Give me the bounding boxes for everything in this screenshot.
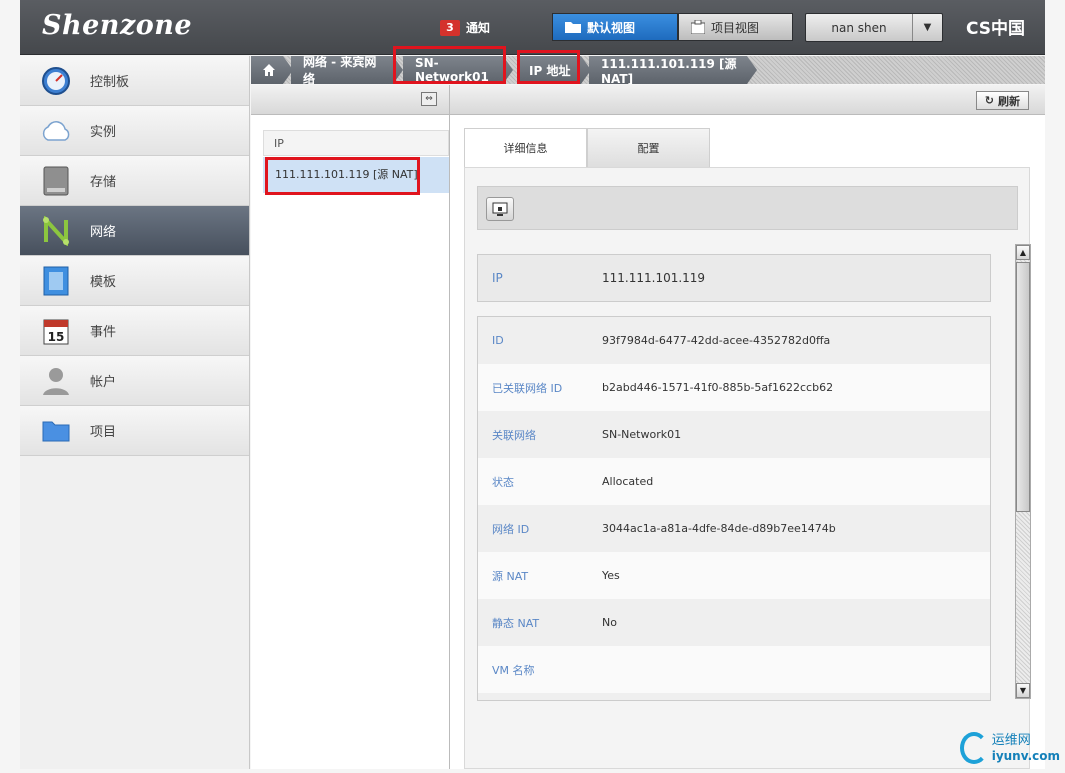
list-column-header: IP: [263, 130, 449, 156]
default-view-button[interactable]: 默认视图: [552, 13, 678, 41]
highlight-box: [517, 50, 580, 84]
table-row: ID 93f7984d-6477-42dd-acee-4352782d0ffa: [478, 317, 990, 364]
tab-details[interactable]: 详细信息: [464, 128, 587, 168]
breadcrumb-current: 111.111.101.119 [源 NAT]: [589, 56, 757, 84]
ip-summary: IP 111.111.101.119: [477, 254, 991, 302]
table-row: 状态 Allocated: [478, 458, 990, 505]
sidebar-item-label: 网络: [90, 225, 117, 240]
storage-icon: [40, 165, 72, 197]
highlight-box: [393, 46, 506, 84]
default-view-label: 默认视图: [587, 20, 636, 35]
user-name: nan shen: [831, 20, 887, 35]
sidebar-item-label: 控制板: [90, 75, 130, 90]
detail-toolbar: ↻ 刷新: [450, 85, 1045, 115]
table-row: [478, 693, 990, 700]
refresh-button[interactable]: ↻ 刷新: [975, 91, 1029, 110]
template-icon: [40, 265, 72, 297]
tab-configuration[interactable]: 配置: [587, 128, 710, 168]
refresh-icon: ↻: [984, 94, 994, 107]
collapse-icon[interactable]: ⇔: [421, 92, 437, 106]
notifications-label: 通知: [466, 21, 491, 35]
table-row: 静态 NAT No: [478, 599, 990, 646]
folder-icon: [565, 22, 581, 33]
sidebar-item-label: 帐户: [90, 375, 117, 390]
folder-icon: [40, 415, 72, 447]
dashboard-icon: [40, 65, 72, 97]
sidebar-item-accounts[interactable]: 帐户: [20, 356, 249, 406]
breadcrumb: 网络 - 来宾网络 SN-Network01 IP 地址 111.111.101…: [251, 56, 1045, 84]
svg-text:15: 15: [48, 330, 65, 344]
app-logo[interactable]: Shenzone: [42, 10, 192, 41]
notifications[interactable]: 3 通知: [440, 19, 490, 36]
tab-content: IP 111.111.101.119 ID 93f7984d-6477-42dd-…: [464, 167, 1031, 769]
detail-panel: ↻ 刷新 详细信息 配置 IP 111.111.101.119 ID 93f798…: [449, 85, 1045, 769]
lock-monitor-icon: [492, 202, 508, 216]
console-action-button[interactable]: [486, 197, 514, 221]
scrollbar-thumb[interactable]: [1016, 262, 1030, 512]
vertical-scrollbar[interactable]: ▲ ▼: [1015, 244, 1031, 699]
sidebar: 控制板 实例 存储 网络 模板 15 事件 帐户 项目: [20, 56, 250, 769]
notification-count-badge: 3: [440, 19, 460, 36]
watermark-text: 运维网: [991, 733, 1031, 748]
sidebar-item-label: 实例: [90, 125, 117, 140]
sidebar-item-label: 事件: [90, 325, 117, 340]
user-icon: [40, 365, 72, 397]
sidebar-item-label: 存储: [90, 175, 117, 190]
view-toggle: 默认视图 项目视图: [552, 13, 793, 41]
watermark-logo-icon: [960, 732, 988, 764]
sidebar-item-label: 模板: [90, 275, 117, 290]
ip-label: IP: [492, 271, 503, 285]
network-icon: [40, 215, 72, 247]
details-table: ID 93f7984d-6477-42dd-acee-4352782d0ffa 已…: [477, 316, 991, 701]
calendar-icon: 15: [40, 315, 72, 347]
project-view-button[interactable]: 项目视图: [678, 13, 793, 41]
table-row: 关联网络 SN-Network01: [478, 411, 990, 458]
highlight-box: [265, 157, 420, 195]
cloud-icon: [40, 115, 72, 147]
scroll-down-icon[interactable]: ▼: [1016, 683, 1030, 698]
sidebar-item-projects[interactable]: 项目: [20, 406, 249, 456]
brand-logo: CS中国: [966, 19, 1026, 39]
sidebar-item-storage[interactable]: 存储: [20, 156, 249, 206]
detail-tabs: 详细信息 配置: [464, 128, 710, 168]
table-row: 已关联网络 ID b2abd446-1571-41f0-885b-5af1622c…: [478, 364, 990, 411]
table-row: 网络 ID 3044ac1a-a81a-4dfe-84de-d89b7ee1474…: [478, 505, 990, 552]
sidebar-item-templates[interactable]: 模板: [20, 256, 249, 306]
breadcrumb-home[interactable]: [251, 56, 293, 84]
top-header: Shenzone 3 通知 默认视图 项目视图 nan shen ▼ CS中国: [20, 0, 1045, 55]
home-icon: [263, 64, 275, 76]
user-menu[interactable]: nan shen ▼: [805, 13, 943, 42]
list-toolbar: ⇔: [251, 85, 449, 115]
sidebar-item-instances[interactable]: 实例: [20, 106, 249, 156]
sidebar-item-events[interactable]: 15 事件: [20, 306, 249, 356]
watermark-url: iyunv.com: [991, 749, 1060, 763]
sidebar-item-label: 项目: [90, 425, 117, 440]
sidebar-item-network[interactable]: 网络: [20, 206, 249, 256]
scroll-up-icon[interactable]: ▲: [1016, 245, 1030, 260]
breadcrumb-item[interactable]: 网络 - 来宾网络: [291, 56, 403, 84]
ip-value: 111.111.101.119: [602, 271, 706, 285]
table-row: VM 名称: [478, 646, 990, 693]
project-icon: [691, 20, 705, 34]
chevron-down-icon[interactable]: ▼: [912, 14, 942, 41]
project-view-label: 项目视图: [711, 20, 760, 35]
watermark: 运维网 iyunv.com: [960, 726, 1060, 770]
sidebar-item-dashboard[interactable]: 控制板: [20, 56, 249, 106]
table-row: 源 NAT Yes: [478, 552, 990, 599]
action-bar: [477, 186, 1018, 230]
